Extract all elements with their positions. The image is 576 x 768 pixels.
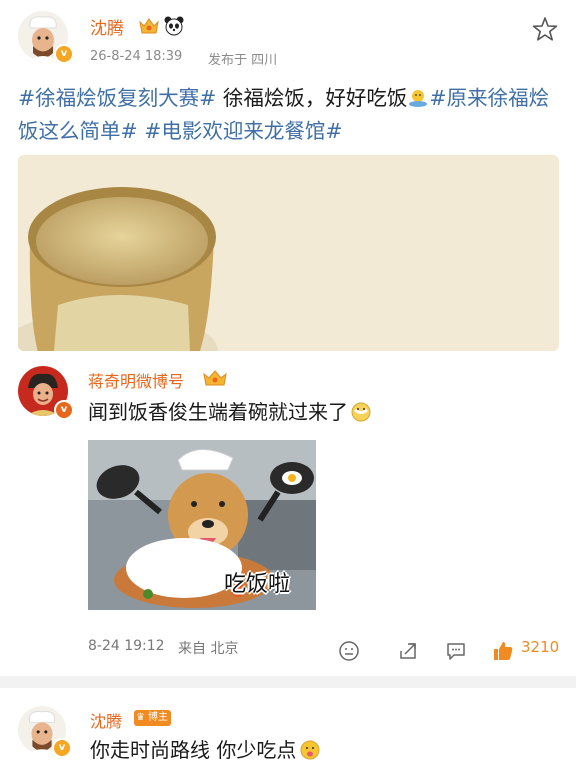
topic-tag[interactable]: #徐福烩饭复刻大赛#: [18, 86, 216, 110]
crown-icon: [139, 18, 159, 34]
blogger-badge-label: 博主: [148, 712, 168, 723]
star-icon[interactable]: [532, 16, 558, 42]
like-count: 3210: [521, 638, 560, 656]
post-plain-text: 徐福烩饭，好好吃饭: [216, 86, 408, 110]
meme-image[interactable]: 吃饭啦: [88, 440, 316, 610]
commenter-name[interactable]: 蒋奇明微博号: [88, 368, 184, 392]
share-icon[interactable]: [397, 640, 419, 662]
reply-author[interactable]: 沈腾: [90, 708, 122, 732]
meme-caption: 吃饭啦: [224, 572, 291, 597]
verified-icon: v: [54, 44, 74, 64]
blogger-badge: ♛ 博主: [134, 710, 171, 726]
emoji-icon: [299, 739, 321, 761]
post-image[interactable]: [18, 155, 559, 351]
comment-text-content: 闻到饭香俊生端着碗就过来了: [88, 400, 348, 424]
author-name[interactable]: 沈腾: [90, 14, 124, 39]
thumbs-up-icon[interactable]: [492, 640, 514, 662]
comment-icon[interactable]: [445, 640, 467, 662]
reply-text: 你走时尚路线 你少吃点: [90, 734, 321, 763]
panda-icon: [164, 16, 184, 36]
post-location: 发布于 四川: [208, 53, 278, 68]
comment-time: 8-24 19:12: [88, 638, 165, 654]
post-text: #徐福烩饭复刻大赛# 徐福烩饭，好好吃饭 #原来徐福烩饭这么简单# #电影欢迎来龙…: [18, 82, 563, 148]
emoji-icon: [350, 401, 372, 423]
comment-location: 来自 北京: [178, 641, 239, 657]
crown-icon: ♛: [136, 712, 145, 723]
comment-text: 闻到饭香俊生端着碗就过来了: [88, 396, 372, 425]
emoji-icon: [407, 85, 429, 107]
post-header: v 沈腾 26-8-24 18:39 发布于 四川: [0, 0, 576, 80]
topic-tag[interactable]: #电影欢迎来龙餐馆#: [144, 119, 342, 143]
crown-icon: [203, 370, 227, 386]
verified-icon: v: [52, 738, 72, 758]
section-divider: [0, 676, 576, 688]
verified-icon: v: [54, 400, 74, 420]
post-timestamp: 26-8-24 18:39: [90, 49, 183, 64]
reply-text-content: 你走时尚路线 你少吃点: [90, 738, 297, 762]
emoji-icon[interactable]: [338, 640, 360, 662]
